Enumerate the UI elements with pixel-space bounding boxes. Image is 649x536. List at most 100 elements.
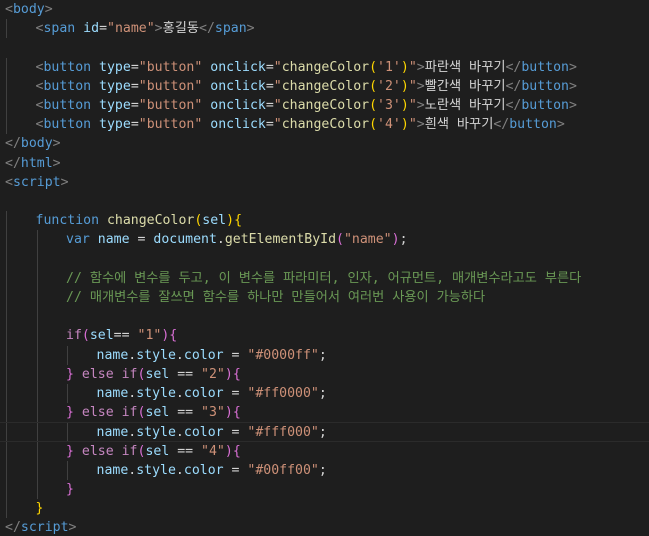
code-line[interactable]: <body> [0, 0, 649, 19]
code-line[interactable] [0, 192, 649, 211]
code-token: " [273, 78, 282, 94]
code-line[interactable]: name.style.color = "#0000ff"; [0, 345, 649, 365]
code-token: script [12, 174, 61, 190]
code-editor[interactable]: <body> <span id="name">홍길동</span> <button … [0, 0, 649, 536]
indent-guide [6, 19, 7, 39]
code-line[interactable]: if(sel== "1"){ [0, 326, 649, 346]
code-token: = [130, 59, 139, 75]
code-line[interactable]: name.style.color = "#fff000"; [0, 422, 649, 442]
code-token: "button" [138, 117, 203, 133]
code-token: "1" [137, 328, 162, 344]
code-token: 노란색 바꾸기 [424, 98, 506, 113]
code-token: = [265, 78, 274, 94]
indent-guide [67, 460, 68, 480]
code-token: = [129, 232, 154, 248]
code-token: name [97, 232, 130, 248]
code-line[interactable]: } else if(sel == "4"){ [0, 441, 649, 461]
code-token: 파란색 바꾸기 [424, 59, 506, 75]
code-token: < [5, 2, 13, 17]
code-line[interactable]: } else if(sel == "2"){ [0, 364, 649, 384]
code-token: ( [369, 98, 378, 113]
indent-guide [6, 307, 7, 327]
code-line[interactable]: <button type="button" onclick="changeCol… [0, 76, 649, 96]
code-line[interactable] [0, 307, 649, 327]
code-line[interactable]: <script> [0, 173, 649, 192]
code-token: var [66, 232, 90, 248]
indent-guide [6, 403, 7, 423]
code-token: { [232, 366, 241, 382]
code-line[interactable]: } [0, 480, 649, 500]
indent-guide [6, 441, 7, 461]
code-token: > [568, 59, 577, 75]
code-token: { [232, 443, 241, 459]
indent-guide [6, 249, 7, 269]
code-token: > [60, 174, 69, 190]
code-token: } [66, 482, 74, 497]
code-token: ) [226, 213, 235, 229]
indent-guide [36, 403, 38, 423]
code-token: onclick [210, 59, 266, 75]
indent-guide [6, 460, 7, 480]
code-token: else if [81, 443, 138, 459]
code-line[interactable]: <button type="button" onclick="changeCol… [0, 57, 649, 77]
code-line[interactable]: } else if(sel == "3"){ [0, 403, 649, 423]
code-token: . [216, 232, 225, 248]
code-token: 빨간색 바꾸기 [424, 78, 506, 94]
code-token: color [183, 425, 224, 441]
code-line[interactable]: <button type="button" onclick="changeCol… [0, 115, 649, 135]
code-token: = [223, 462, 248, 478]
code-token: button [43, 117, 92, 133]
code-line[interactable]: name.style.color = "#00ff00"; [0, 460, 649, 480]
code-text: <button type="button" onclick="changeCol… [36, 58, 577, 77]
code-line[interactable]: } [0, 499, 649, 519]
indent-guide [6, 115, 7, 135]
code-line[interactable]: // 함수에 변수를 두고, 이 변수를 파라미터, 인자, 어규먼트, 매개변… [0, 268, 649, 288]
code-line[interactable]: <span id="name">홍길동</span> [0, 19, 649, 39]
code-token: . [175, 462, 184, 478]
code-line[interactable]: function changeColor(sel){ [0, 211, 649, 231]
indent-guide [6, 499, 7, 519]
indent-guide [36, 345, 38, 365]
code-line[interactable]: </body> [0, 134, 649, 153]
indent-guide [36, 364, 38, 384]
code-line[interactable]: // 매개변수를 잘쓰면 함수를 하나만 만들어서 여러번 사용이 가능하다 [0, 288, 649, 308]
code-text: <button type="button" onclick="changeCol… [36, 115, 565, 134]
code-token: button [521, 98, 569, 113]
code-line[interactable]: name.style.color = "#ff0000"; [0, 384, 649, 404]
code-token: 흰색 바꾸기 [424, 117, 494, 133]
code-token: onclick [210, 117, 266, 133]
code-token: { [169, 328, 178, 344]
code-token: > [68, 520, 77, 536]
code-line[interactable]: </script> [0, 518, 649, 536]
code-token: color [183, 386, 224, 401]
code-token: 홍길동 [162, 21, 200, 37]
indent-guide [36, 441, 38, 461]
code-text: </html> [5, 154, 61, 173]
code-line[interactable] [0, 249, 649, 269]
code-line[interactable]: var name = document.getElementById("name… [0, 230, 649, 250]
code-token: "#ff0000" [247, 386, 319, 401]
code-token: ) [400, 59, 409, 75]
code-text: </body> [5, 134, 61, 153]
code-line[interactable] [0, 38, 649, 57]
indent-guide [6, 384, 7, 404]
code-text: } else if(sel == "4"){ [66, 442, 241, 461]
code-line[interactable]: </html> [0, 154, 649, 173]
code-token: ) [400, 98, 409, 113]
code-token: " [408, 59, 417, 75]
code-line[interactable]: <button type="button" onclick="changeCol… [0, 96, 649, 116]
code-token: changeColor [281, 117, 370, 133]
code-text: </script> [5, 518, 76, 536]
code-token: changeColor [281, 98, 370, 113]
code-token: > [568, 78, 577, 94]
code-token: "button" [138, 98, 203, 113]
code-text: // 매개변수를 잘쓰면 함수를 하나만 만들어서 여러번 사용이 가능하다 [66, 288, 485, 307]
code-token: ; [318, 462, 327, 478]
code-text: var name = document.getElementById("name… [66, 230, 408, 249]
indent-guide [36, 423, 38, 441]
code-token: > [416, 78, 425, 94]
